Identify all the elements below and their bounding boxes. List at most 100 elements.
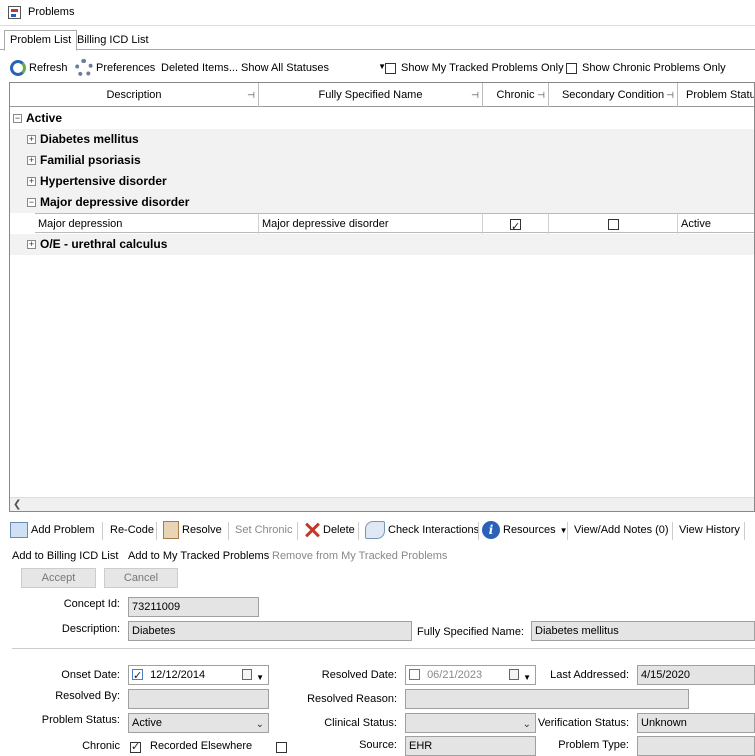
pin-icon[interactable]: ⊣ [471, 83, 479, 107]
delete-button[interactable]: Delete [304, 520, 355, 540]
view-add-notes-button[interactable]: View/Add Notes (0) [574, 520, 669, 540]
expand-icon[interactable]: + [27, 156, 36, 165]
table-row[interactable]: Major depression Major depressive disord… [35, 213, 754, 234]
preferences-button[interactable]: Preferences [75, 58, 155, 78]
cell-status[interactable]: Active [678, 214, 754, 234]
problem-type-field[interactable] [637, 736, 755, 756]
horizontal-scrollbar[interactable]: ❮ [10, 497, 754, 511]
column-header-problem-status[interactable]: Problem Status [678, 83, 754, 107]
tab-billing-icd-list[interactable]: Billing ICD List [72, 31, 154, 51]
pin-icon[interactable]: ⊣ [247, 83, 255, 107]
problem-status-select[interactable]: Active ⌄ [128, 713, 269, 733]
window-title: Problems [28, 6, 75, 18]
checkbox-box [385, 62, 396, 74]
column-header-chronic[interactable]: Chronic ⊣ [483, 83, 549, 107]
problem-grid: Description ⊣ Fully Specified Name ⊣ Chr… [9, 82, 755, 512]
last-addressed-field[interactable]: 4/15/2020 [637, 665, 755, 685]
fsn-field[interactable]: Diabetes mellitus [531, 621, 755, 641]
group-row[interactable]: + Diabetes mellitus [10, 129, 754, 150]
tab-strip: Problem List Billing ICD List [0, 28, 755, 51]
problem-status-label: Problem Status: [41, 714, 120, 726]
tracked-only-label: Show My Tracked Problems Only [401, 62, 564, 74]
problem-type-label: Problem Type: [558, 739, 629, 751]
title-bar: Problems [0, 0, 755, 26]
column-header-fully-specified-name[interactable]: Fully Specified Name ⊣ [259, 83, 483, 107]
verification-status-select[interactable]: Unknown [637, 713, 755, 733]
pin-icon[interactable]: ⊣ [537, 83, 545, 107]
fsn-label: Fully Specified Name: [417, 626, 524, 638]
scroll-left-icon[interactable]: ❮ [13, 498, 21, 511]
deleted-items-button[interactable]: Deleted Items... [161, 58, 238, 78]
cell-fully-specified-name[interactable]: Major depressive disorder [259, 214, 483, 234]
column-label: Secondary Condition [561, 89, 665, 101]
resolved-date-picker[interactable]: 06/21/2023 ▼ [405, 665, 536, 685]
tracked-only-checkbox[interactable]: Show My Tracked Problems Only [385, 58, 564, 78]
column-header-description[interactable]: Description ⊣ [10, 83, 259, 107]
delete-label: Delete [323, 524, 355, 536]
group-row[interactable]: − Major depressive disorder [10, 192, 754, 213]
separator [358, 522, 359, 540]
chronic-only-checkbox[interactable]: Show Chronic Problems Only [566, 58, 726, 78]
onset-date-picker[interactable]: 12/12/2014 ▼ [128, 665, 269, 685]
group-row[interactable]: + Familial psoriasis [10, 150, 754, 171]
set-chronic-button[interactable]: Set Chronic [235, 520, 292, 540]
column-header-secondary-condition[interactable]: Secondary Condition ⊣ [549, 83, 678, 107]
pin-icon[interactable]: ⊣ [666, 83, 674, 107]
expand-icon[interactable]: + [27, 177, 36, 186]
group-row-active[interactable]: − Active [10, 108, 754, 129]
refresh-icon [10, 60, 26, 76]
chevron-down-icon[interactable]: ▼ [256, 669, 264, 684]
group-label: Active [26, 111, 63, 125]
expand-icon[interactable]: + [27, 135, 36, 144]
chronic-checkbox[interactable] [510, 217, 521, 234]
resolved-enabled-checkbox[interactable] [409, 669, 420, 680]
resources-label: Resources [503, 524, 556, 536]
accept-button[interactable]: Accept [21, 568, 96, 588]
chevron-down-icon[interactable]: ▼ [523, 669, 531, 684]
resolve-button[interactable]: Resolve [163, 520, 222, 540]
chronic-checkbox[interactable] [130, 740, 141, 753]
group-row[interactable]: + O/E - urethral calculus [10, 234, 754, 255]
concept-id-field[interactable]: 73211009 [128, 597, 259, 617]
chronic-label: Chronic [82, 740, 120, 752]
description-field[interactable]: Diabetes [128, 621, 412, 641]
cell-description[interactable]: Major depression [35, 214, 259, 234]
group-label: Hypertensive disorder [40, 174, 167, 188]
group-row[interactable]: + Hypertensive disorder [10, 171, 754, 192]
chevron-down-icon: ⌄ [522, 719, 531, 730]
expand-icon[interactable]: + [27, 240, 36, 249]
check-interactions-button[interactable]: Check Interactions [365, 520, 479, 540]
resolved-by-field[interactable] [128, 689, 269, 709]
status-filter-value: Show All Statuses [241, 62, 330, 74]
status-filter-dropdown[interactable]: Show All Statuses ▼ [241, 58, 386, 78]
add-billing-button[interactable]: Add to Billing ICD List [12, 546, 118, 566]
add-problem-label: Add Problem [31, 524, 95, 536]
view-history-button[interactable]: View History [679, 520, 740, 540]
collapse-icon[interactable]: − [13, 114, 22, 123]
resolved-reason-field[interactable] [405, 689, 689, 709]
resources-dropdown[interactable]: i Resources ▼ [482, 520, 568, 540]
check-interactions-label: Check Interactions [388, 524, 480, 536]
checkbox-box [566, 62, 577, 74]
remove-tracked-button[interactable]: Remove from My Tracked Problems [272, 546, 447, 566]
cell-chronic[interactable] [483, 214, 549, 234]
chevron-down-icon: ⌄ [255, 719, 264, 730]
add-problem-button[interactable]: Add Problem [10, 520, 95, 540]
resolved-reason-label: Resolved Reason: [307, 693, 397, 705]
collapse-icon[interactable]: − [27, 198, 36, 207]
resolved-by-label: Resolved By: [55, 690, 120, 702]
recode-button[interactable]: Re-Code [110, 520, 154, 540]
cell-secondary[interactable] [549, 214, 678, 234]
clinical-status-select[interactable]: ⌄ [405, 713, 536, 733]
secondary-checkbox[interactable] [607, 218, 619, 230]
onset-enabled-checkbox[interactable] [132, 667, 143, 684]
refresh-button[interactable]: Refresh [10, 58, 68, 78]
cancel-button[interactable]: Cancel [104, 568, 178, 588]
recorded-elsewhere-checkbox[interactable] [276, 741, 288, 753]
group-label: Familial psoriasis [40, 153, 141, 167]
calendar-icon[interactable] [509, 669, 519, 680]
tab-problem-list[interactable]: Problem List [4, 30, 78, 51]
calendar-icon[interactable] [242, 669, 252, 680]
add-tracked-button[interactable]: Add to My Tracked Problems [128, 546, 269, 566]
source-field[interactable]: EHR [405, 736, 536, 756]
